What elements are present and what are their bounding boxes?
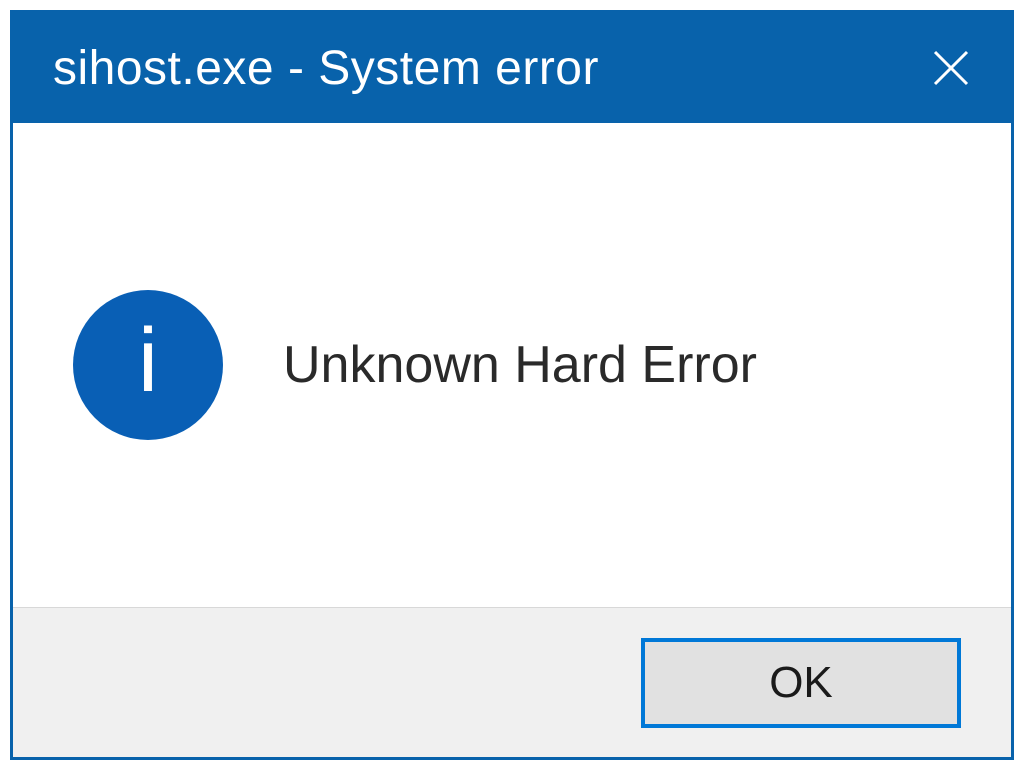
button-bar: OK — [13, 607, 1011, 757]
close-icon — [927, 44, 975, 92]
info-icon-glyph: i — [138, 316, 158, 414]
ok-button[interactable]: OK — [641, 638, 961, 728]
close-button[interactable] — [921, 38, 981, 98]
dialog-title: sihost.exe - System error — [53, 41, 599, 96]
error-message: Unknown Hard Error — [283, 335, 757, 395]
error-dialog: sihost.exe - System error i Unknown Hard… — [10, 10, 1014, 760]
titlebar[interactable]: sihost.exe - System error — [13, 13, 1011, 123]
info-icon: i — [73, 290, 223, 440]
dialog-content: i Unknown Hard Error — [13, 123, 1011, 607]
